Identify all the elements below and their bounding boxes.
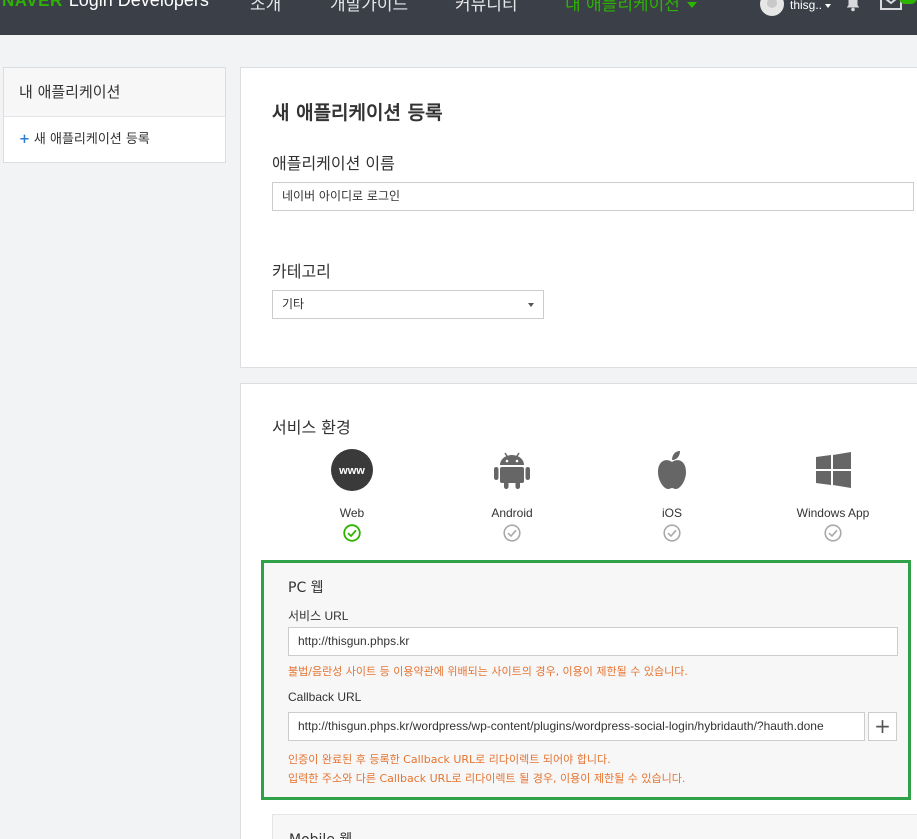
service-url-input[interactable]: http://thisgun.phps.kr [288, 627, 898, 656]
brand-logo[interactable]: NAVER Login Developers [2, 0, 209, 11]
callback-url-label: Callback URL [288, 690, 362, 704]
callback-url-warning-1: 인증이 완료된 후 등록한 Callback URL로 리다이렉트 되어야 합니… [288, 753, 611, 766]
platform-label: Windows App [796, 506, 870, 520]
brand-product: Login Developers [68, 0, 209, 10]
pc-web-title: PC 웹 [288, 580, 324, 596]
bell-icon[interactable] [846, 0, 860, 12]
svg-text:www: www [338, 465, 365, 477]
platform-label: Web [339, 506, 365, 520]
sidebar-item-new-app[interactable]: + 새 애플리케이션 등록 [4, 117, 225, 162]
nav-item-community[interactable]: 커뮤니티 [455, 0, 518, 15]
user-caret-icon [825, 3, 832, 8]
category-select[interactable]: 기타 [272, 290, 544, 319]
user-name: thisg.. [790, 0, 823, 12]
category-label: 카테고리 [272, 262, 331, 281]
nav-item-my-apps[interactable]: 내 애플리케이션 [565, 0, 697, 15]
app-name-input[interactable]: 네이버 아이디로 로그인 [272, 182, 914, 211]
user-menu[interactable]: thisg.. [790, 0, 832, 12]
service-env-panel: 서비스 환경 www Web Android iOS Windows App P… [240, 383, 917, 839]
platform-label: iOS [661, 506, 682, 520]
nav-item-guide[interactable]: 개발가이드 [330, 0, 408, 15]
app-info-panel: 새 애플리케이션 등록 애플리케이션 이름 네이버 아이디로 로그인 카테고리 … [240, 67, 917, 368]
brand-naver: NAVER [2, 0, 63, 10]
sidebar-item-label: 새 애플리케이션 등록 [33, 132, 150, 147]
www-icon: www [331, 449, 373, 491]
mobile-web-title: Mobile 웹 [289, 829, 352, 839]
platform-label: Android [491, 506, 533, 520]
add-callback-url-button[interactable]: + [868, 712, 897, 741]
check-circle-icon [503, 524, 521, 542]
service-url-label: 서비스 URL [288, 609, 349, 623]
service-url-warning: 불법/음란성 사이트 등 이용약관에 위배되는 사이트의 경우, 이용이 제한될… [288, 665, 688, 678]
callback-url-input[interactable]: http://thisgun.phps.kr/wordpress/wp-cont… [288, 712, 865, 741]
platform-ios[interactable]: iOS [612, 448, 732, 546]
top-nav-bar: NAVER Login Developers 소개 개발가이드 커뮤니티 내 애플… [0, 0, 917, 35]
callback-url-warning-2: 입력한 주소와 다른 Callback URL로 리다이렉트 될 경우, 이용이… [288, 772, 686, 785]
nav-item-my-apps-label: 내 애플리케이션 [565, 0, 680, 15]
chevron-down-icon [528, 303, 534, 307]
chevron-down-icon [686, 2, 697, 8]
platform-android[interactable]: Android [452, 448, 572, 546]
plus-icon: + [19, 132, 30, 147]
android-icon [494, 452, 530, 489]
app-name-label: 애플리케이션 이름 [272, 154, 395, 173]
page-title: 새 애플리케이션 등록 [272, 102, 443, 124]
mobile-web-section: Mobile 웹 [272, 814, 917, 839]
platform-web[interactable]: www Web [292, 448, 412, 546]
service-env-title: 서비스 환경 [272, 418, 351, 437]
sidebar-title[interactable]: 내 애플리케이션 [4, 68, 225, 117]
pc-web-section: PC 웹 서비스 URL http://thisgun.phps.kr 불법/음… [261, 560, 911, 800]
nav-item-intro[interactable]: 소개 [250, 0, 281, 15]
platform-windows[interactable]: Windows App [773, 448, 893, 546]
apple-icon [658, 451, 686, 489]
mail-badge [899, 0, 917, 4]
check-circle-icon [663, 524, 681, 542]
plus-icon: + [874, 714, 891, 738]
mail-icon[interactable] [880, 0, 902, 10]
avatar[interactable] [760, 0, 784, 16]
check-circle-icon [343, 524, 361, 542]
category-value: 기타 [282, 297, 305, 311]
check-circle-icon [824, 524, 842, 542]
sidebar: 내 애플리케이션 + 새 애플리케이션 등록 [3, 67, 226, 163]
windows-icon [816, 452, 851, 488]
